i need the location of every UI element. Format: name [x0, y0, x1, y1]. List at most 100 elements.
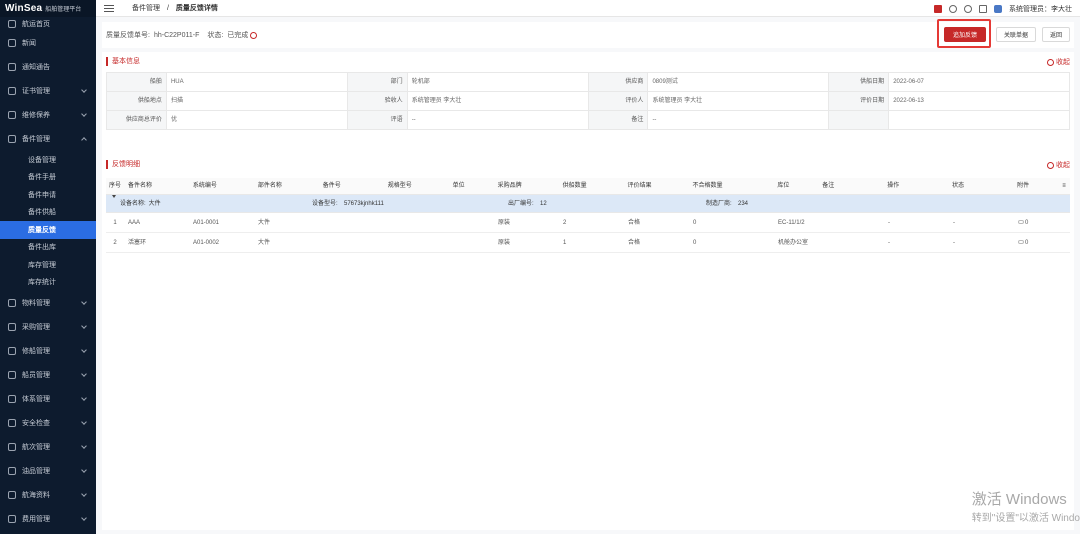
- cell-attachment[interactable]: 0: [1014, 233, 1059, 252]
- info-label: 备注: [588, 111, 649, 130]
- sidebar-item-purchase[interactable]: 采购管理: [0, 315, 96, 339]
- cell-part-no: [319, 213, 384, 232]
- notice-icon: [8, 63, 16, 71]
- info-value: [889, 111, 1070, 130]
- mail-icon[interactable]: [934, 4, 942, 13]
- breadcrumb-parent[interactable]: 备件管理: [132, 5, 160, 12]
- info-label: 评语: [347, 111, 408, 130]
- sidebar-subitem-outbound[interactable]: 备件出库: [0, 239, 96, 257]
- cell-status: -: [953, 220, 955, 226]
- chevron-down-icon: [81, 395, 87, 401]
- maker-label: 制造厂商:: [706, 201, 732, 207]
- column-header: 不合格数量: [692, 183, 723, 189]
- sidebar-subitem-equipment[interactable]: 设备管理: [0, 151, 96, 169]
- cell-quantity: 2: [563, 220, 567, 226]
- sidebar-item-label: 油品管理: [22, 468, 50, 475]
- info-value: --: [648, 111, 830, 130]
- cell-system-code: A01-0001: [193, 220, 220, 226]
- sidebar-subitem-manual[interactable]: 备件手册: [0, 169, 96, 187]
- cell-location: EC-11/1/2: [778, 220, 805, 226]
- sidebar-item-certificate[interactable]: 证书管理: [0, 79, 96, 103]
- column-header: 单位: [452, 183, 465, 189]
- sidebar-item-label: 修船管理: [22, 348, 50, 355]
- sidebar-item-crew[interactable]: 船员管理: [0, 363, 96, 387]
- sidebar-item-nautical[interactable]: 航海资料: [0, 483, 96, 507]
- sidebar-item-safety[interactable]: 安全检查: [0, 411, 96, 435]
- fullscreen-icon[interactable]: [979, 4, 987, 13]
- chevron-down-icon: [81, 443, 87, 449]
- sidebar-item-system[interactable]: 体系管理: [0, 387, 96, 411]
- sidebar-subitem-inventory[interactable]: 库存管理: [0, 256, 96, 274]
- info-value: 扫描: [166, 92, 348, 111]
- sidebar-item-label: 新闻: [22, 40, 36, 47]
- sidebar-subitem-inventory-stats[interactable]: 库存统计: [0, 274, 96, 292]
- cell-part-name: 活塞环: [128, 240, 147, 246]
- caret-down-icon[interactable]: [112, 195, 116, 198]
- user-avatar-icon[interactable]: [994, 4, 1002, 13]
- voyage-icon: [8, 443, 16, 451]
- sidebar-item-notice[interactable]: 通知通告: [0, 55, 96, 79]
- sidebar-item-material[interactable]: 物料管理: [0, 291, 96, 315]
- info-value: 优: [166, 111, 348, 130]
- feedback-collapse[interactable]: 收起: [1047, 160, 1070, 170]
- table-row[interactable]: 2 活塞环 A01-0002 大件 原装 1 合格 0 机舱办公室 - - 0: [106, 233, 1070, 253]
- order-no-label: 质量反馈单号:: [106, 32, 150, 39]
- cell-action: -: [888, 220, 890, 226]
- compass-icon[interactable]: [949, 4, 957, 13]
- home-icon: [8, 20, 16, 28]
- sidebar-subitem-request[interactable]: 备件申请: [0, 186, 96, 204]
- repair-icon: [8, 347, 16, 355]
- menu-toggle-icon[interactable]: [104, 4, 114, 12]
- cart-icon: [8, 323, 16, 331]
- sidebar: WinSea 船舶管理平台 航运首页 新闻 通知通告 证书管理 维修保养 备件管…: [0, 0, 96, 534]
- cell-attachment[interactable]: 0: [1014, 213, 1059, 232]
- sidebar-item-cost[interactable]: 费用管理: [0, 507, 96, 531]
- sidebar-item-news[interactable]: 新闻: [0, 31, 96, 55]
- column-settings-icon[interactable]: ≡: [1058, 178, 1070, 194]
- basic-info-collapse[interactable]: 收起: [1047, 57, 1070, 67]
- brand-subtitle: 船舶管理平台: [45, 7, 82, 13]
- equipment-group-row[interactable]: 设备名称: 大件 设备型号: 57673kjnhk111 出厂编号: 12 制造…: [106, 195, 1070, 213]
- attachment-count: 0: [1025, 240, 1029, 246]
- info-value: 0809测试: [648, 73, 830, 92]
- chevron-down-icon: [81, 467, 87, 473]
- info-label: 供船地点: [107, 92, 167, 111]
- cell-component: 大件: [258, 220, 271, 226]
- add-feedback-button[interactable]: 追加反馈: [944, 27, 986, 42]
- cell-spec: [384, 233, 449, 252]
- cell-defect-qty: 0: [693, 220, 697, 226]
- related-order-button[interactable]: 关联单据: [996, 27, 1036, 42]
- chevron-down-icon: [81, 347, 87, 353]
- sidebar-item-label: 航海资料: [22, 492, 50, 499]
- column-header: 备件名称: [127, 183, 152, 189]
- sidebar-item-oil[interactable]: 油品管理: [0, 459, 96, 483]
- collapse-label: 收起: [1056, 59, 1070, 66]
- table-row[interactable]: 1 AAA A01-0001 大件 原装 2 合格 0 EC-11/1/2 - …: [106, 213, 1070, 233]
- sidebar-item-parts[interactable]: 备件管理: [0, 127, 96, 151]
- info-value: --: [407, 111, 589, 130]
- sidebar-item-maintenance[interactable]: 维修保养: [0, 103, 96, 127]
- wrench-icon: [8, 111, 16, 119]
- basic-info-grid: 船舶 HUA 部门 轮机部 供应商 0809测试 供船日期 2022-06-07…: [106, 72, 1070, 130]
- cell-system-code: A01-0002: [193, 240, 220, 246]
- language-icon[interactable]: [964, 4, 972, 13]
- back-button[interactable]: 返回: [1042, 27, 1070, 42]
- sidebar-item-label: 物料管理: [22, 300, 50, 307]
- cell-part-name: AAA: [128, 220, 141, 226]
- chevron-down-icon: [81, 323, 87, 329]
- info-label: 评价日期: [829, 92, 890, 111]
- sidebar-item-label: 采购管理: [22, 324, 50, 331]
- status-label: 状态:: [207, 32, 224, 39]
- cost-icon: [8, 515, 16, 523]
- sidebar-subitem-quality-feedback[interactable]: 质量反馈: [0, 221, 96, 239]
- sidebar-item-home[interactable]: 航运首页: [0, 17, 96, 31]
- chevron-down-icon: [81, 299, 87, 305]
- user-name[interactable]: 系统管理员：李大壮: [1009, 4, 1072, 14]
- sidebar-item-label: 航次管理: [22, 444, 50, 451]
- sidebar-item-ship-repair[interactable]: 修船管理: [0, 339, 96, 363]
- cell-result: 合格: [628, 240, 641, 246]
- certificate-icon: [8, 87, 16, 95]
- cell-remark: [819, 213, 884, 232]
- sidebar-subitem-supply[interactable]: 备件供船: [0, 204, 96, 222]
- sidebar-item-voyage[interactable]: 航次管理: [0, 435, 96, 459]
